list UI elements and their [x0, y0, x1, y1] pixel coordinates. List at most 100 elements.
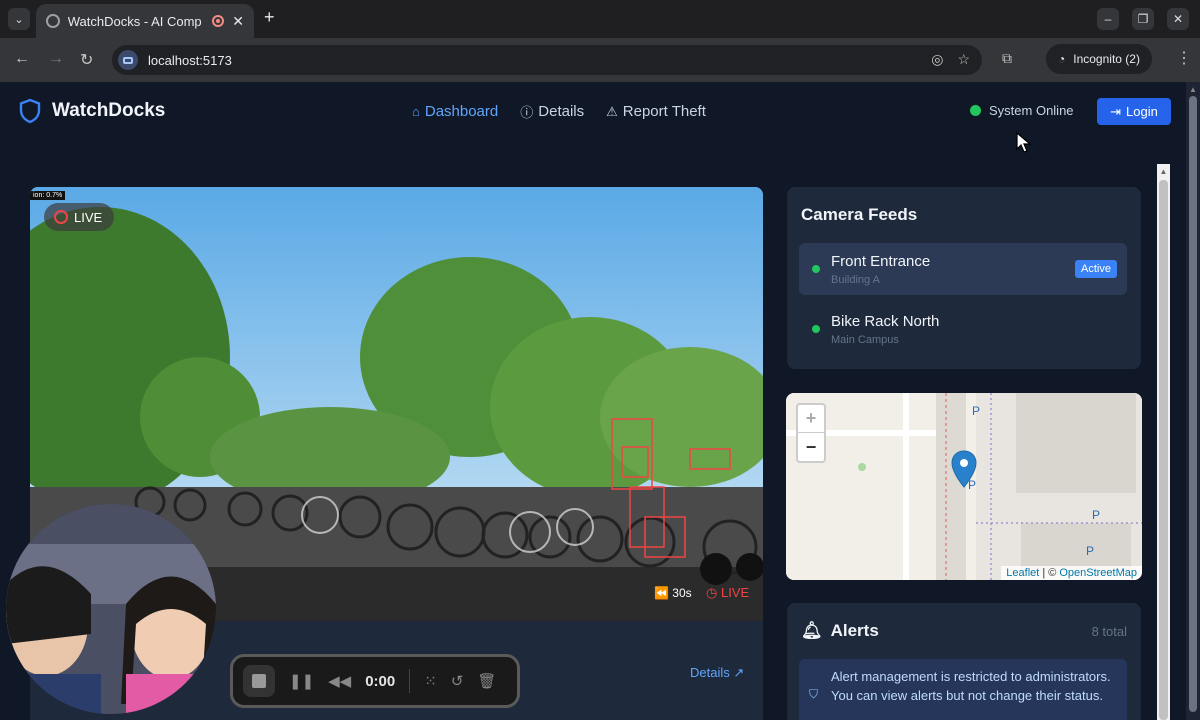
grid-icon[interactable]: ⁙	[424, 672, 437, 690]
login-label: Login	[1126, 104, 1158, 119]
divider	[409, 669, 411, 693]
stop-recording-button[interactable]	[243, 665, 275, 697]
status-text: System Online	[989, 103, 1074, 118]
alerts-count: 8 total	[1091, 624, 1127, 639]
nav-details[interactable]: ⓘ Details	[520, 102, 584, 121]
mouse-cursor-icon	[1016, 132, 1032, 153]
page-scrollbar-thumb[interactable]	[1189, 96, 1197, 712]
map-zoom-control: + −	[796, 403, 826, 463]
recording-time: 0:00	[365, 672, 396, 690]
rewind-label: 30s	[672, 586, 692, 600]
brand[interactable]: WatchDocks	[18, 98, 165, 124]
map-tiles: P P P P	[786, 393, 1142, 580]
browser-tab[interactable]: WatchDocks - AI Comp ✕	[36, 4, 254, 38]
browser-menu-icon[interactable]: ⋮	[1176, 48, 1192, 68]
feed-active-badge: Active	[1075, 260, 1117, 278]
feed-name: Bike Rack North	[831, 313, 940, 330]
nav-report-theft[interactable]: ⚠ Report Theft	[606, 102, 706, 121]
info-icon: ⓘ	[520, 105, 534, 120]
trash-icon[interactable]: 🗑	[477, 672, 496, 690]
globe-icon	[46, 14, 60, 28]
feed-status-dot	[812, 265, 820, 273]
main-nav: ⌂ Dashboard ⓘ Details ⚠ Report Theft	[412, 102, 706, 121]
alerts-title: Alerts	[830, 621, 879, 640]
live-tag[interactable]: ◷ LIVE	[706, 585, 749, 601]
login-icon: ⇥	[1110, 103, 1122, 119]
svg-text:P: P	[1086, 544, 1094, 558]
feed-location: Building A	[831, 274, 880, 286]
incognito-label: Incognito (2)	[1073, 52, 1140, 66]
bell-icon: 🔔︎	[801, 621, 823, 640]
back-icon[interactable]: ←	[14, 50, 30, 68]
alerts-restriction-notice: ⛉ Alert management is restricted to admi…	[799, 659, 1127, 720]
forward-icon[interactable]: →	[48, 50, 64, 68]
nav-label: Dashboard	[424, 103, 499, 120]
rewind-button[interactable]: ⏪ 30s	[654, 586, 692, 600]
feed-item-bike-rack-north[interactable]: Bike Rack North Main Campus	[799, 303, 1127, 355]
new-tab-button[interactable]: +	[264, 7, 275, 28]
brand-name: WatchDocks	[52, 100, 166, 121]
camera-permission-icon[interactable]	[118, 50, 138, 70]
details-link-label: Details	[690, 665, 730, 680]
svg-text:P: P	[1092, 508, 1100, 522]
browser-tabstrip: ⌄ WatchDocks - AI Comp ✕ + – ❐ ✕	[0, 0, 1200, 38]
nav-label: Details	[538, 103, 585, 120]
feed-status-dot	[812, 325, 820, 333]
camera-feeds-title: Camera Feeds	[801, 205, 918, 224]
zoom-in-button[interactable]: +	[798, 405, 824, 433]
osm-link[interactable]: OpenStreetMap	[1059, 567, 1137, 579]
zoom-out-button[interactable]: −	[798, 433, 824, 461]
content-scrollbar-thumb[interactable]	[1159, 180, 1168, 720]
restart-icon[interactable]: ↺	[451, 672, 464, 690]
nav-dashboard[interactable]: ⌂ Dashboard	[412, 102, 498, 121]
status-dot	[970, 105, 981, 116]
attribution-separator: | ©	[1042, 567, 1057, 579]
app-root: WatchDocks ⌂ Dashboard ⓘ Details ⚠ Repor…	[0, 82, 1200, 720]
live-indicator-icon	[54, 210, 68, 224]
arrow-up-right-icon: ↗	[733, 665, 745, 680]
leaflet-link[interactable]: Leaflet	[1006, 567, 1039, 579]
page-scroll-up-arrow[interactable]: ▲	[1189, 85, 1197, 94]
feed-name: Front Entrance	[831, 253, 931, 270]
map-attribution: Leaflet | © OpenStreetMap	[1001, 566, 1142, 580]
reload-icon[interactable]: ↻	[80, 50, 93, 70]
system-status: System Online	[970, 103, 1074, 118]
location-map[interactable]: P P P P + − Leaflet | © OpenStreetMap	[786, 393, 1142, 580]
close-tab-icon[interactable]: ✕	[232, 13, 244, 30]
details-link[interactable]: Details ↗	[690, 665, 744, 681]
minimize-button[interactable]: –	[1097, 8, 1119, 30]
address-bar[interactable]: localhost:5173 ◎ ☆	[112, 45, 982, 75]
feed-location: Main Campus	[831, 334, 899, 346]
shield-icon	[19, 98, 41, 124]
incognito-button[interactable]: ◔ Incognito (2)	[1046, 44, 1152, 74]
login-button[interactable]: ⇥ Login	[1097, 98, 1171, 125]
bookmark-star-icon[interactable]: ☆	[957, 51, 970, 68]
svg-text:P: P	[972, 404, 980, 418]
webcam-image	[6, 504, 216, 714]
close-window-button[interactable]: ✕	[1167, 8, 1189, 30]
webcam-overlay[interactable]	[6, 504, 216, 714]
tab-title: WatchDocks - AI Comp	[67, 13, 202, 29]
browser-toolbar: ← → ↻ localhost:5173 ◎ ☆ ⧉ ◔ Incognito (…	[0, 38, 1200, 82]
home-icon: ⌂	[412, 104, 420, 119]
scroll-up-arrow[interactable]: ▲	[1159, 167, 1168, 176]
extensions-icon[interactable]: ⧉	[1002, 50, 1012, 67]
rewind-icon[interactable]: ◀◀	[328, 672, 351, 690]
alerts-panel: 🔔︎ Alerts 8 total ⛉ Alert management is …	[787, 603, 1141, 720]
warning-icon: ⚠	[606, 103, 618, 119]
pause-icon[interactable]: ❚❚	[289, 672, 314, 690]
feed-item-front-entrance[interactable]: Front Entrance Building A Active	[799, 243, 1127, 295]
eye-off-icon[interactable]: ◎	[931, 51, 943, 68]
live-badge: LIVE	[44, 203, 115, 231]
live-clock-icon: ◷	[706, 585, 718, 600]
rewind-icon: ⏪	[654, 586, 669, 600]
restore-button[interactable]: ❐	[1132, 8, 1154, 30]
app-header: WatchDocks ⌂ Dashboard ⓘ Details ⚠ Repor…	[0, 82, 1186, 140]
svg-text:P: P	[968, 478, 976, 492]
alerts-heading: 🔔︎ Alerts	[801, 621, 879, 641]
incognito-icon: ◔	[1058, 52, 1066, 66]
tab-search-button[interactable]: ⌄	[8, 8, 30, 30]
camera-feeds-panel: Camera Feeds Front Entrance Building A A…	[787, 187, 1141, 369]
notice-text: Alert management is restricted to admini…	[831, 669, 1111, 703]
nav-label: Report Theft	[622, 103, 706, 120]
